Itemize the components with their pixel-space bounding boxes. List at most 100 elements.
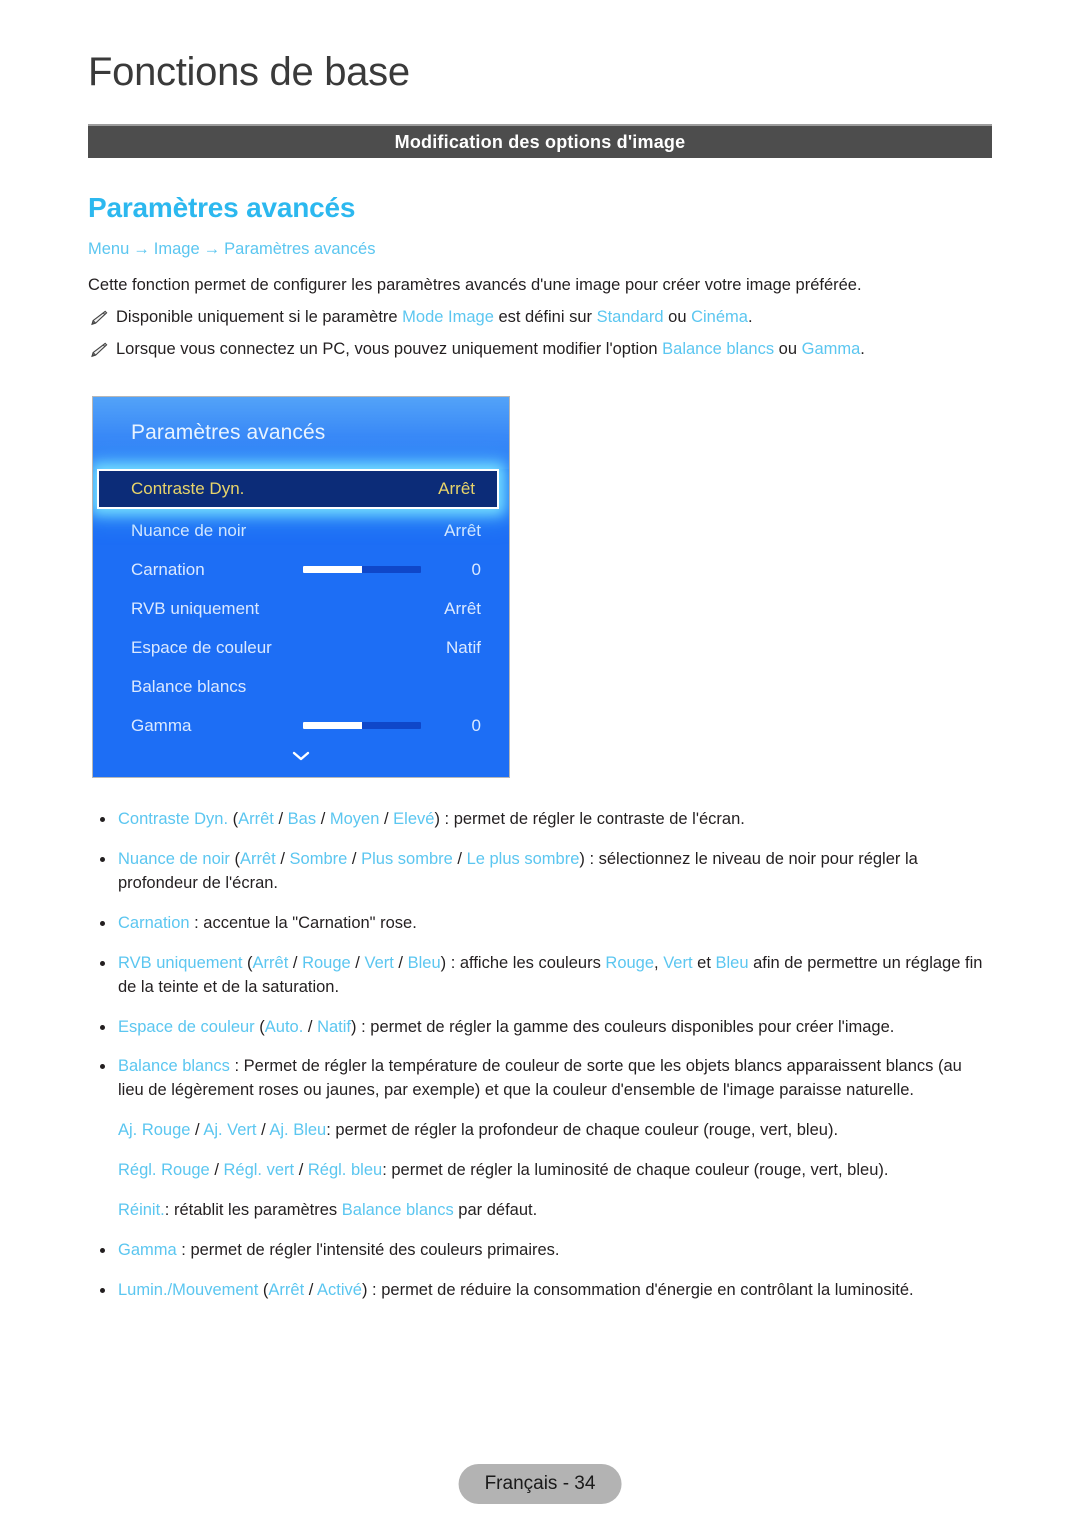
highlighted-term: Standard	[596, 308, 664, 326]
osd-row[interactable]: RVB uniquement Arrêt	[93, 589, 509, 628]
body-text: (	[242, 953, 253, 972]
highlighted-term: Sombre	[289, 849, 348, 868]
breadcrumb: Menu → Image → Paramètres avancés	[88, 240, 375, 259]
body-text: /	[347, 849, 362, 868]
highlighted-term: Lumin./Mouvement	[118, 1280, 259, 1299]
osd-slider[interactable]	[303, 566, 421, 573]
osd-row-value: Arrêt	[444, 598, 481, 618]
body-text: /	[256, 1121, 270, 1140]
osd-row[interactable]: Balance blancs	[93, 667, 509, 706]
body-text: /	[379, 810, 394, 828]
highlighted-term: Aj. Bleu	[269, 1121, 327, 1140]
body-text: ) : permet de régler la gamme des couleu…	[351, 1017, 895, 1036]
osd-row-selected[interactable]: Contraste Dyn. Arrêt	[97, 469, 499, 509]
body-text: : rétablit les paramètres	[164, 1201, 342, 1220]
highlighted-term: Balance blancs	[341, 1201, 454, 1220]
highlighted-term: Gamma	[118, 1241, 177, 1260]
note-text: Lorsque vous connectez un PC, vous pouve…	[116, 338, 865, 362]
osd-row-label: Balance blancs	[131, 676, 247, 696]
osd-row[interactable]: Gamma 0	[93, 706, 509, 745]
highlighted-term: Activé	[317, 1280, 362, 1299]
option-bullet: Espace de couleur (Auto. / Natif) : perm…	[88, 1016, 988, 1040]
highlighted-term: Arrêt	[268, 1280, 305, 1299]
body-text: : accentue la "Carnation" rose.	[189, 913, 417, 932]
osd-row[interactable]: Nuance de noir Arrêt	[93, 511, 509, 550]
osd-row-label: Nuance de noir	[131, 520, 247, 540]
osd-row[interactable]: Espace de couleur Natif	[93, 628, 509, 667]
highlighted-term: Natif	[317, 1017, 352, 1036]
osd-body: Contraste Dyn. Arrêt Nuance de noir Arrêt Ca…	[93, 469, 509, 777]
breadcrumb-item[interactable]: Menu	[88, 240, 129, 258]
page-title: Paramètres avancés	[88, 192, 356, 223]
osd-row-label: Carnation	[131, 559, 205, 579]
body-text: : permet de régler la luminosité de chaq…	[382, 1161, 889, 1180]
highlighted-term: Espace de couleur	[118, 1017, 255, 1036]
highlighted-term: Bas	[287, 810, 317, 828]
osd-slider[interactable]	[303, 722, 421, 729]
breadcrumb-item[interactable]: Paramètres avancés	[224, 240, 375, 258]
highlighted-term: Balance blancs	[118, 1057, 230, 1076]
osd-row[interactable]: Carnation 0	[93, 550, 509, 589]
chapter-title: Fonctions de base	[88, 50, 410, 94]
option-bullet: Gamma : permet de régler l'intensité des…	[88, 1239, 988, 1263]
body-text: : permet de régler l'intensité des coule…	[176, 1241, 560, 1260]
body-text: ) : permet de réduire la consommation d'…	[361, 1280, 914, 1299]
osd-row-value: Arrêt	[438, 479, 475, 498]
highlighted-term: Aj. Rouge	[118, 1121, 191, 1140]
intro-paragraph: Cette fonction permet de configurer les …	[88, 276, 862, 294]
osd-row-label: Contraste Dyn.	[131, 479, 245, 498]
manual-page: Fonctions de base Modification des optio…	[0, 0, 1080, 1534]
body-text: /	[288, 953, 303, 972]
highlighted-term: Plus sombre	[361, 849, 453, 868]
osd-header: Paramètres avancés	[93, 397, 509, 469]
option-description-list: Contraste Dyn. (Arrêt / Bas / Moyen / El…	[88, 808, 988, 1319]
option-sub-line: Aj. Rouge / Aj. Vert / Aj. Bleu: permet …	[88, 1119, 988, 1143]
highlighted-term: Le plus sombre	[466, 849, 580, 868]
body-text: et	[692, 953, 716, 972]
option-bullet: Balance blancs : Permet de régler la tem…	[88, 1055, 988, 1103]
body-text: /	[350, 953, 365, 972]
chevron-down-icon[interactable]	[93, 751, 509, 761]
option-bullet: RVB uniquement (Arrêt / Rouge / Vert / B…	[88, 952, 988, 1000]
body-text: ) : affiche les couleurs	[440, 953, 606, 972]
body-text: Disponible uniquement si le paramètre	[116, 308, 403, 326]
footer-page-indicator: Français - 34	[458, 1464, 622, 1504]
body-text: /	[316, 810, 330, 828]
osd-row-value: Arrêt	[444, 520, 481, 540]
body-text: est défini sur	[493, 308, 597, 326]
body-text: ou	[774, 340, 802, 358]
option-sub-line: Régl. Rouge / Régl. vert / Régl. bleu: p…	[88, 1159, 988, 1183]
highlighted-term: Auto.	[264, 1017, 304, 1036]
osd-row-value: Natif	[446, 637, 481, 657]
highlighted-term: Aj. Vert	[203, 1121, 257, 1140]
osd-row-label: Gamma	[131, 715, 192, 735]
highlighted-term: RVB uniquement	[118, 953, 243, 972]
breadcrumb-item[interactable]: Image	[154, 240, 200, 258]
body-text: /	[275, 849, 290, 868]
highlighted-term: Arrêt	[252, 953, 289, 972]
osd-title: Paramètres avancés	[131, 421, 326, 444]
osd-row-value: 0	[471, 559, 481, 579]
body-text: par défaut.	[453, 1201, 538, 1220]
note-line: Lorsque vous connectez un PC, vous pouve…	[88, 338, 988, 362]
highlighted-term: Mode Image	[402, 308, 494, 326]
body-text: /	[303, 1017, 318, 1036]
highlighted-term: Balance blancs	[662, 340, 775, 358]
highlighted-term: Régl. Rouge	[118, 1161, 210, 1180]
body-text: /	[304, 1280, 318, 1299]
body-text: /	[294, 1161, 308, 1180]
pencil-icon	[88, 340, 108, 360]
highlighted-term: Elevé	[393, 810, 435, 828]
highlighted-term: Bleu	[715, 953, 749, 972]
body-text: ,	[654, 953, 664, 972]
highlighted-term: Contraste Dyn.	[118, 810, 229, 828]
option-bullet: Carnation : accentue la "Carnation" rose…	[88, 912, 988, 936]
breadcrumb-separator: →	[133, 240, 150, 258]
section-bar-label: Modification des options d'image	[394, 131, 686, 152]
body-text: /	[273, 810, 288, 828]
highlighted-term: Nuance de noir	[118, 849, 230, 868]
body-text: (	[229, 849, 241, 868]
body-text: Lorsque vous connectez un PC, vous pouve…	[116, 340, 663, 358]
body-text: /	[209, 1161, 224, 1180]
body-text: ) : permet de régler le contraste de l'é…	[434, 810, 745, 828]
